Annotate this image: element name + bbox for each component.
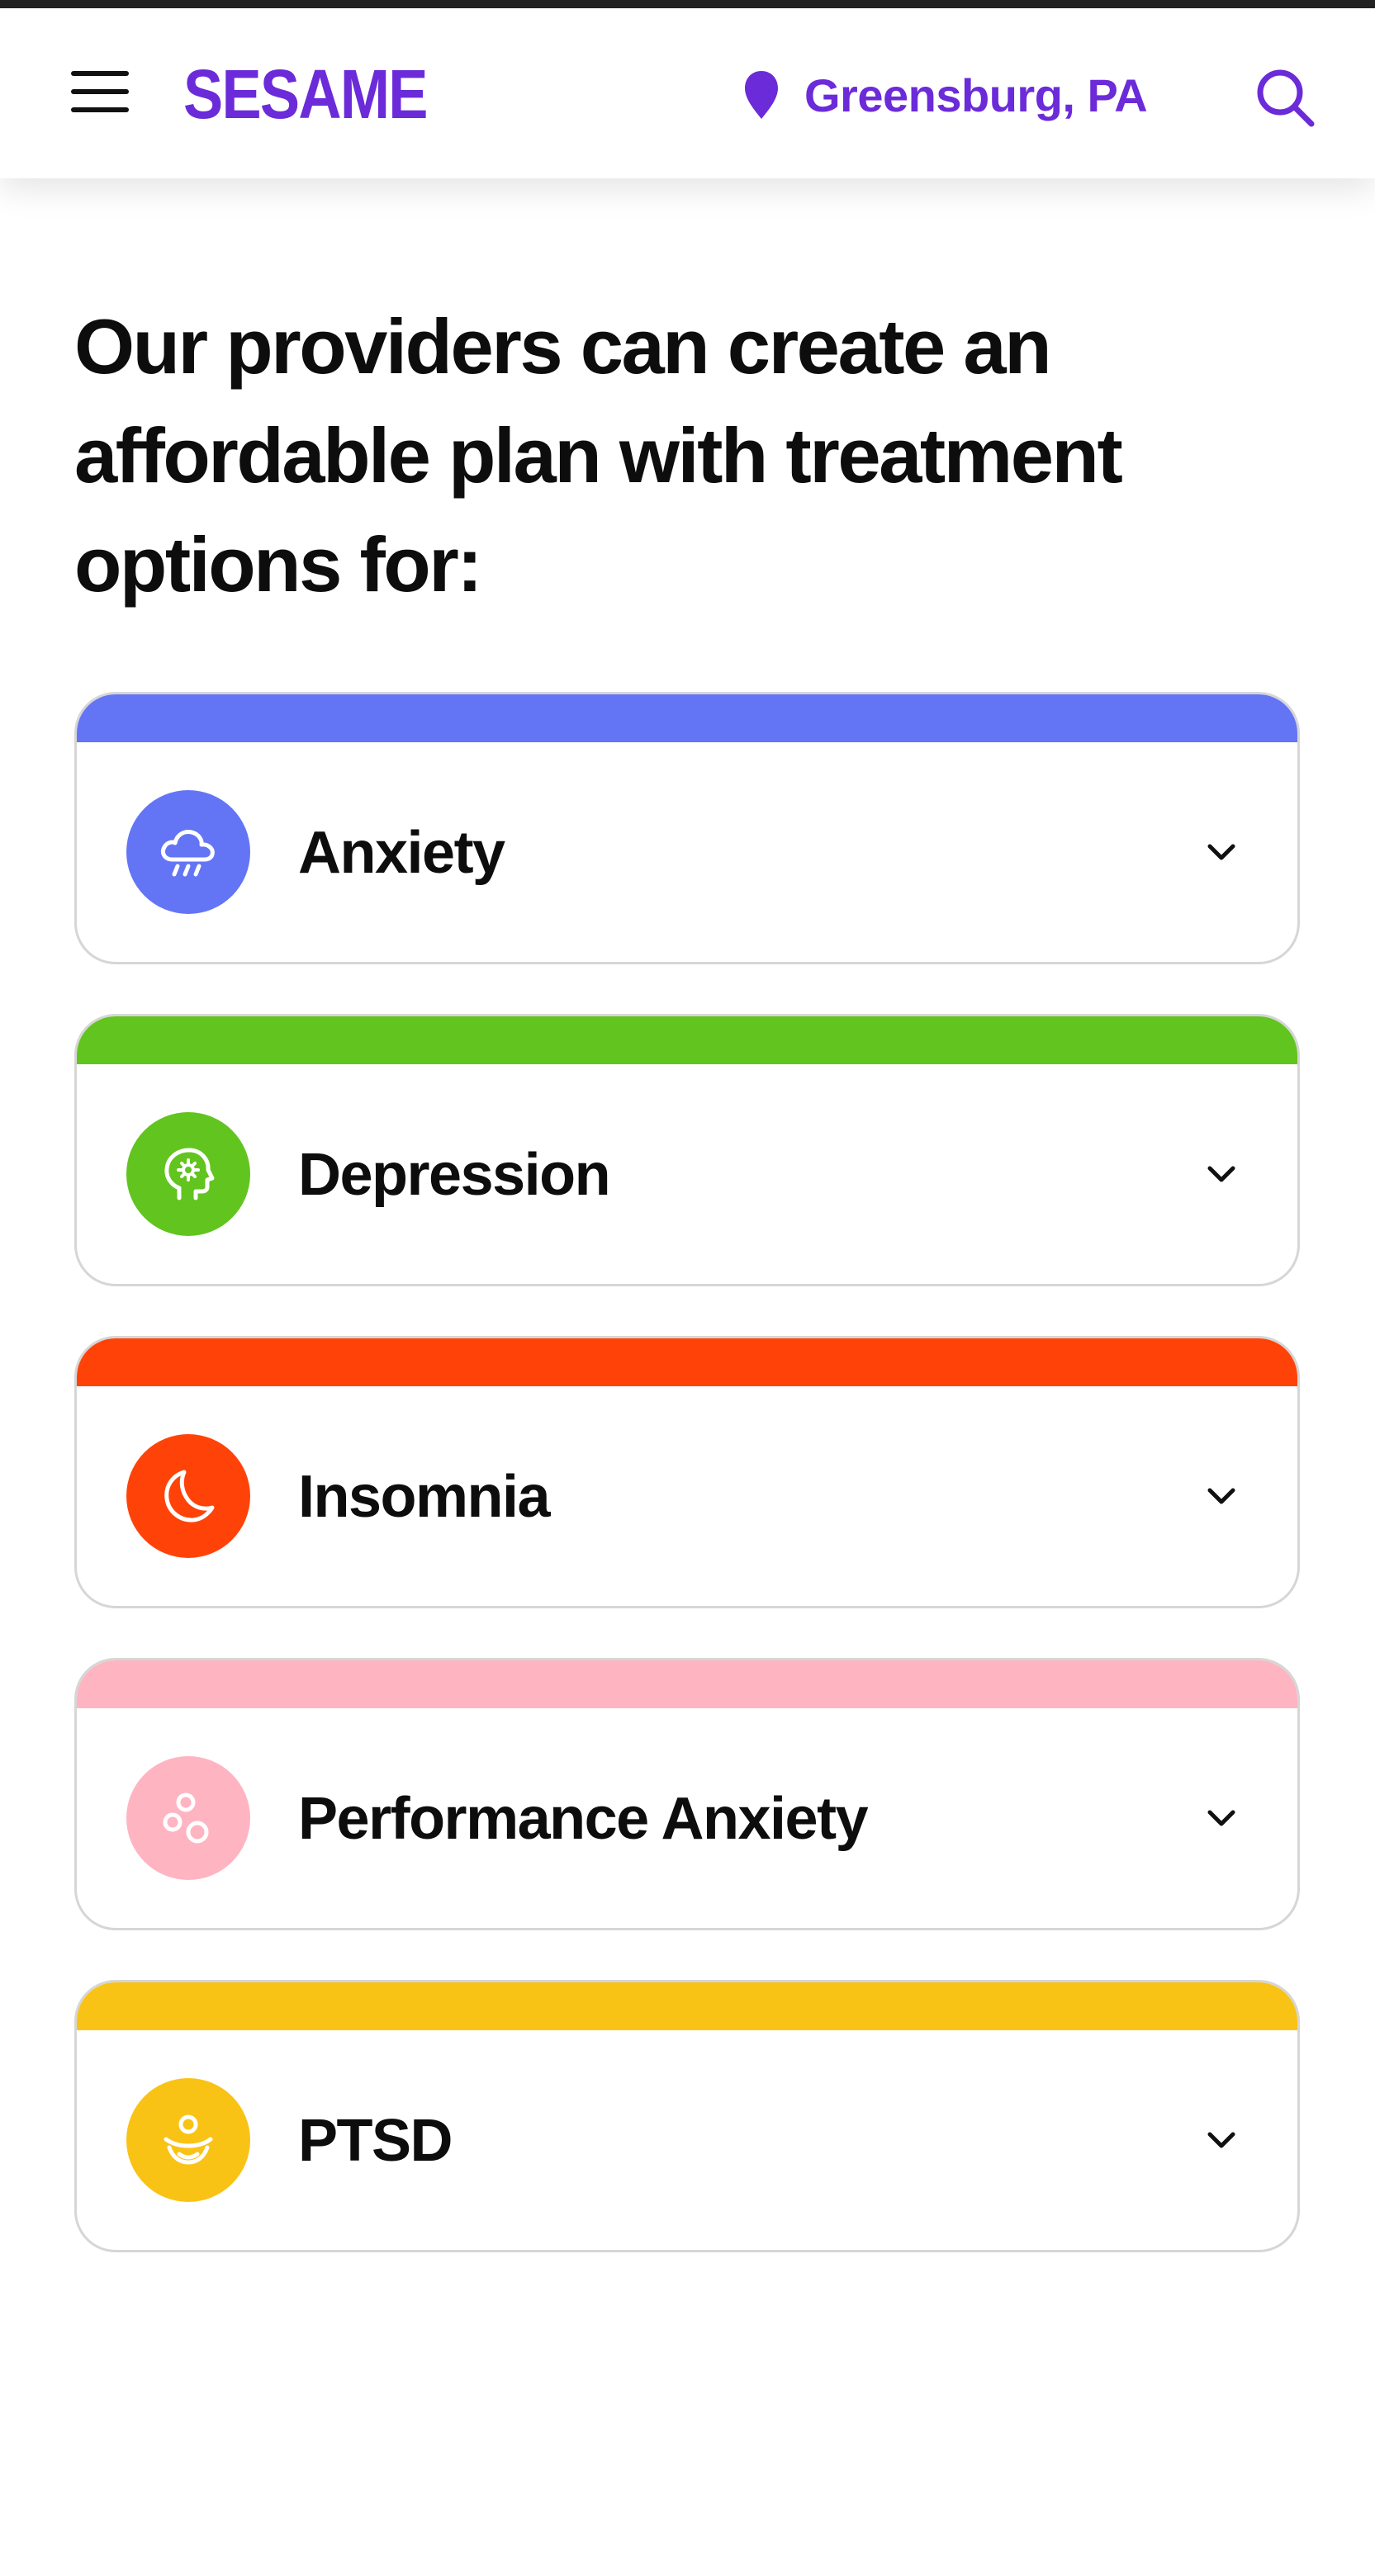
depression-icon-badge — [126, 1112, 250, 1236]
search-button[interactable] — [1254, 66, 1316, 129]
condition-card-depression[interactable]: Depression — [74, 1014, 1300, 1286]
page-headline: Our providers can create an affordable p… — [74, 303, 1123, 608]
moon-icon — [164, 1470, 215, 1522]
card-color-band — [77, 694, 1297, 742]
menu-button[interactable] — [71, 68, 129, 114]
performance-anxiety-icon-badge — [126, 1756, 250, 1880]
rain-cloud-icon — [160, 830, 215, 877]
location-selector[interactable]: Greensburg, PA — [743, 66, 1148, 124]
sesame-logo[interactable]: SESAME — [183, 59, 428, 129]
bubbles-icon — [163, 1792, 209, 1844]
insomnia-icon-badge — [126, 1434, 250, 1558]
chevron-down-icon — [1203, 1479, 1240, 1515]
chevron-down-icon — [1203, 1157, 1240, 1193]
card-color-band — [77, 1982, 1297, 2030]
condition-label: Performance Anxiety — [298, 1786, 869, 1852]
condition-label: Insomnia — [298, 1464, 551, 1530]
condition-label: PTSD — [298, 2108, 453, 2174]
meditation-icon — [164, 2114, 213, 2165]
location-pin-icon — [745, 71, 778, 119]
card-color-band — [77, 1338, 1297, 1386]
site-header: SESAME Greensburg, PA — [0, 8, 1375, 178]
condition-card-performance-anxiety[interactable]: Performance Anxiety — [74, 1658, 1300, 1930]
anxiety-icon-badge — [126, 790, 250, 914]
condition-card-anxiety[interactable]: Anxiety — [74, 692, 1300, 964]
card-color-band — [77, 1660, 1297, 1708]
condition-card-ptsd[interactable]: PTSD — [74, 1980, 1300, 2252]
condition-label: Anxiety — [298, 820, 505, 886]
head-gear-icon — [164, 1148, 215, 1200]
location-text: Greensburg, PA — [804, 69, 1148, 121]
card-color-band — [77, 1016, 1297, 1064]
chevron-down-icon — [1203, 835, 1240, 871]
chevron-down-icon — [1203, 2123, 1240, 2159]
condition-card-insomnia[interactable]: Insomnia — [74, 1336, 1300, 1608]
condition-label: Depression — [298, 1142, 611, 1208]
chevron-down-icon — [1203, 1801, 1240, 1837]
status-strip — [0, 0, 1375, 8]
search-icon — [1257, 69, 1315, 127]
ptsd-icon-badge — [126, 2078, 250, 2202]
menu-icon — [71, 71, 129, 76]
